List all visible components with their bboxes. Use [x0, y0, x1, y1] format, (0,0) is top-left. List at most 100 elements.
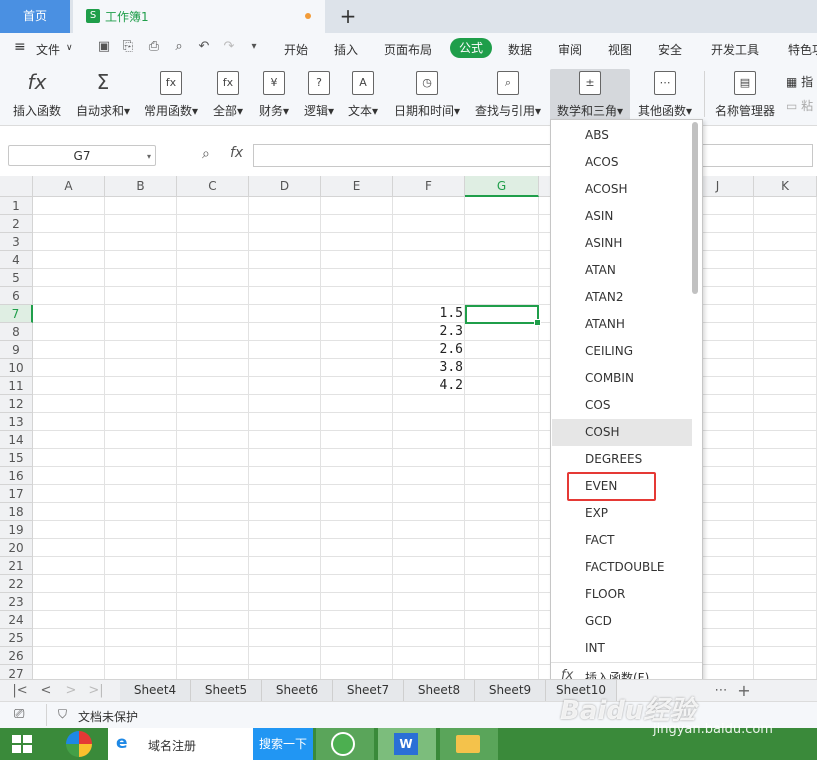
cell-a20[interactable] — [33, 539, 105, 557]
cell-k26[interactable] — [754, 647, 817, 665]
cell-c1[interactable] — [177, 197, 249, 215]
cell-d5[interactable] — [249, 269, 321, 287]
cell-a25[interactable] — [33, 629, 105, 647]
fill-handle[interactable] — [534, 319, 541, 326]
row-header-27[interactable]: 27 — [0, 665, 33, 679]
cell-e21[interactable] — [321, 557, 393, 575]
cell-g22[interactable] — [465, 575, 539, 593]
cell-b22[interactable] — [105, 575, 177, 593]
cell-e22[interactable] — [321, 575, 393, 593]
function-item-exp[interactable]: EXP — [552, 500, 692, 527]
cell-c27[interactable] — [177, 665, 249, 679]
cell-a17[interactable] — [33, 485, 105, 503]
cell-g21[interactable] — [465, 557, 539, 575]
cell-a19[interactable] — [33, 521, 105, 539]
cell-f1[interactable] — [393, 197, 465, 215]
cell-d7[interactable] — [249, 305, 321, 323]
cell-c8[interactable] — [177, 323, 249, 341]
function-item-atan[interactable]: ATAN — [552, 257, 692, 284]
row-header-14[interactable]: 14 — [0, 431, 33, 449]
cell-k25[interactable] — [754, 629, 817, 647]
chevron-down-icon[interactable]: ▾ — [147, 146, 151, 167]
cell-f23[interactable] — [393, 593, 465, 611]
cell-b14[interactable] — [105, 431, 177, 449]
cell-a26[interactable] — [33, 647, 105, 665]
sheet-tab-sheet8[interactable]: Sheet8 — [404, 680, 475, 701]
export-icon[interactable]: ⎘ — [120, 39, 136, 55]
tab-workbook[interactable]: S 工作簿1 — [73, 0, 325, 33]
cell-b25[interactable] — [105, 629, 177, 647]
autosum-button[interactable]: Σ 自动求和▾ — [72, 69, 134, 121]
cell-a27[interactable] — [33, 665, 105, 679]
cell-c15[interactable] — [177, 449, 249, 467]
lookup-reference-button[interactable]: ⌕ 查找与引用▾ — [470, 69, 546, 121]
cell-c2[interactable] — [177, 215, 249, 233]
sheet-tab-sheet7[interactable]: Sheet7 — [333, 680, 404, 701]
cell-d2[interactable] — [249, 215, 321, 233]
cell-a5[interactable] — [33, 269, 105, 287]
cell-a2[interactable] — [33, 215, 105, 233]
taskbar-search[interactable]: e 域名注册 — [108, 728, 253, 760]
row-header-6[interactable]: 6 — [0, 287, 33, 305]
cell-c10[interactable] — [177, 359, 249, 377]
cell-c12[interactable] — [177, 395, 249, 413]
cell-k3[interactable] — [754, 233, 817, 251]
cell-a22[interactable] — [33, 575, 105, 593]
financial-button[interactable]: ¥ 财务▾ — [254, 69, 294, 121]
cell-e6[interactable] — [321, 287, 393, 305]
undo-icon[interactable]: ↶ — [196, 39, 212, 55]
search-button[interactable]: 搜索一下 — [253, 728, 313, 760]
cell-a7[interactable] — [33, 305, 105, 323]
cell-c3[interactable] — [177, 233, 249, 251]
cell-c23[interactable] — [177, 593, 249, 611]
cell-g10[interactable] — [465, 359, 539, 377]
row-header-25[interactable]: 25 — [0, 629, 33, 647]
print-preview-icon[interactable]: ⌕ — [171, 39, 187, 55]
menu-review[interactable]: 审阅 — [558, 41, 582, 58]
cell-k23[interactable] — [754, 593, 817, 611]
cell-e16[interactable] — [321, 467, 393, 485]
cell-d12[interactable] — [249, 395, 321, 413]
menu-formulas[interactable]: 公式 — [450, 38, 492, 58]
cell-k19[interactable] — [754, 521, 817, 539]
cell-d11[interactable] — [249, 377, 321, 395]
row-header-24[interactable]: 24 — [0, 611, 33, 629]
prev-sheet-icon[interactable]: < — [38, 682, 54, 700]
cell-g11[interactable] — [465, 377, 539, 395]
cell-k27[interactable] — [754, 665, 817, 679]
cell-f27[interactable] — [393, 665, 465, 679]
paste-button[interactable]: ▭ 粘 — [786, 97, 813, 114]
cell-e24[interactable] — [321, 611, 393, 629]
cell-a16[interactable] — [33, 467, 105, 485]
cell-b3[interactable] — [105, 233, 177, 251]
cell-c17[interactable] — [177, 485, 249, 503]
menu-developer[interactable]: 开发工具 — [711, 41, 759, 58]
cell-e27[interactable] — [321, 665, 393, 679]
date-time-button[interactable]: ◷ 日期和时间▾ — [389, 69, 465, 121]
cell-a8[interactable] — [33, 323, 105, 341]
cell-a18[interactable] — [33, 503, 105, 521]
cell-g5[interactable] — [465, 269, 539, 287]
sheet-tab-sheet6[interactable]: Sheet6 — [262, 680, 333, 701]
cell-e14[interactable] — [321, 431, 393, 449]
cell-a6[interactable] — [33, 287, 105, 305]
cell-d22[interactable] — [249, 575, 321, 593]
chevron-down-icon[interactable]: ∨ — [66, 43, 73, 53]
cell-b20[interactable] — [105, 539, 177, 557]
cell-b21[interactable] — [105, 557, 177, 575]
cell-k9[interactable] — [754, 341, 817, 359]
name-box[interactable]: G7 ▾ — [8, 145, 156, 166]
layout-icon[interactable]: ⎚ — [14, 707, 24, 722]
cell-g26[interactable] — [465, 647, 539, 665]
cell-c6[interactable] — [177, 287, 249, 305]
cell-g4[interactable] — [465, 251, 539, 269]
cell-d14[interactable] — [249, 431, 321, 449]
last-sheet-icon[interactable]: >| — [88, 682, 104, 700]
row-header-16[interactable]: 16 — [0, 467, 33, 485]
cell-k21[interactable] — [754, 557, 817, 575]
row-header-7[interactable]: 7 — [0, 305, 33, 323]
zoom-search-icon[interactable]: ⌕ — [202, 146, 210, 162]
common-functions-button[interactable]: fx 常用函数▾ — [140, 69, 202, 121]
row-header-9[interactable]: 9 — [0, 341, 33, 359]
active-cell-g7[interactable] — [465, 305, 541, 326]
